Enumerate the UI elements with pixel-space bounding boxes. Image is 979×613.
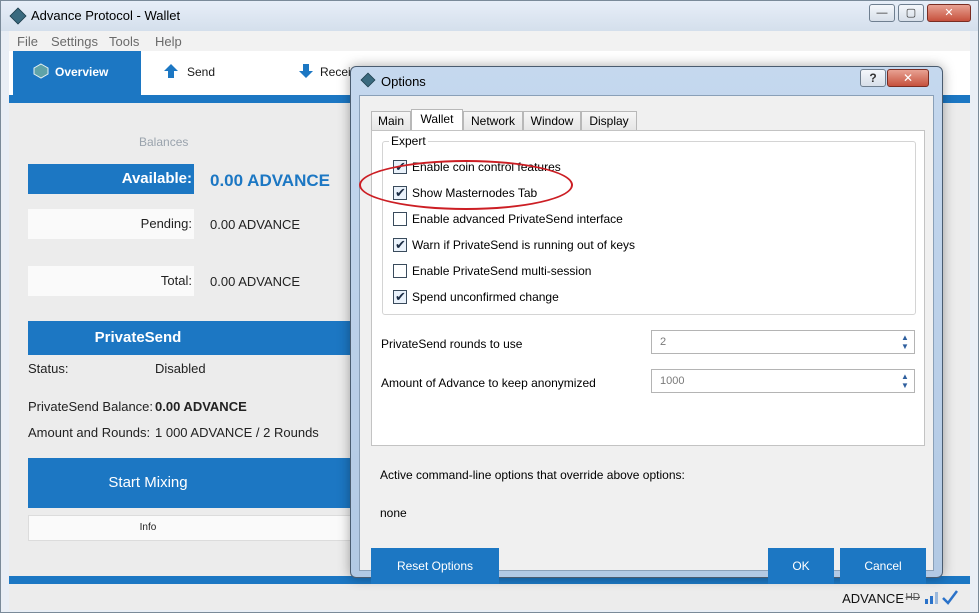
checkbox-label: Warn if PrivateSend is running out of ke… bbox=[412, 238, 635, 252]
checkbox-box: ✔ bbox=[393, 289, 407, 304]
anon-amount-spinbox[interactable]: 1000 ▲ ▼ bbox=[651, 369, 915, 393]
window-title: Advance Protocol - Wallet bbox=[31, 8, 181, 23]
checkbox-label: Enable advanced PrivateSend interface bbox=[412, 212, 623, 226]
anon-amount-value: 1000 bbox=[660, 375, 685, 387]
hd-disabled-icon: HD bbox=[905, 592, 920, 603]
total-value: 0.00 ADVANCE bbox=[210, 274, 301, 289]
checkbox-label: Spend unconfirmed change bbox=[412, 290, 559, 304]
checkbox-label: Enable PrivateSend multi-session bbox=[412, 264, 592, 278]
anon-amount-label: Amount of Advance to keep anonymized bbox=[381, 376, 596, 390]
available-value: 0.00 ADVANCE bbox=[210, 171, 330, 190]
receive-arrow-down-icon bbox=[299, 64, 313, 78]
restore-button[interactable]: ▢ bbox=[898, 4, 924, 22]
app-logo-icon bbox=[9, 7, 27, 25]
tab-display[interactable]: Display bbox=[581, 111, 637, 132]
rounds-spinbox[interactable]: 2 ▲ ▼ bbox=[651, 330, 915, 354]
connections-icon bbox=[925, 592, 938, 604]
ps-status-label: Status: bbox=[28, 361, 69, 376]
dialog-close-button[interactable]: ✕ bbox=[887, 69, 929, 87]
checkbox-box bbox=[393, 264, 407, 278]
pending-label: Pending: bbox=[28, 209, 194, 239]
unit-label[interactable]: ADVANCE bbox=[842, 591, 904, 606]
title-bar: Advance Protocol - Wallet — ▢ ✕ bbox=[1, 1, 978, 31]
menu-tools[interactable]: Tools bbox=[109, 34, 139, 49]
tab-send[interactable]: Send bbox=[159, 51, 259, 95]
overview-icon bbox=[33, 63, 49, 79]
ps-status-value: Disabled bbox=[155, 361, 206, 376]
cli-options-value: none bbox=[380, 506, 407, 520]
options-dialog-title: Options bbox=[381, 74, 426, 89]
tab-overview-label: Overview bbox=[55, 65, 109, 79]
ps-rounds-label: Amount and Rounds: bbox=[28, 425, 151, 440]
send-arrow-up-icon bbox=[164, 64, 178, 78]
tab-window[interactable]: Window bbox=[523, 111, 581, 132]
rounds-label: PrivateSend rounds to use bbox=[381, 337, 523, 351]
help-button[interactable]: ? bbox=[860, 69, 886, 87]
tab-main[interactable]: Main bbox=[371, 111, 411, 132]
tab-overview[interactable]: Overview bbox=[13, 51, 141, 95]
close-button[interactable]: ✕ bbox=[927, 4, 971, 22]
status-bar: ADVANCE HD bbox=[9, 584, 970, 610]
checkbox-box bbox=[393, 212, 407, 226]
menu-file[interactable]: File bbox=[17, 34, 38, 49]
tab-send-label: Send bbox=[187, 65, 216, 79]
ok-button[interactable]: OK bbox=[768, 548, 834, 584]
pending-value: 0.00 ADVANCE bbox=[210, 217, 301, 232]
menu-settings[interactable]: Settings bbox=[51, 34, 98, 49]
ps-balance-label: PrivateSend Balance: bbox=[28, 399, 154, 414]
cli-options-label: Active command-line options that overrid… bbox=[380, 468, 685, 482]
spin-arrows-icon[interactable]: ▲ ▼ bbox=[900, 333, 910, 351]
synced-check-icon bbox=[942, 590, 958, 605]
total-label: Total: bbox=[28, 266, 194, 296]
minimize-button[interactable]: — bbox=[869, 4, 895, 22]
expert-group-title: Expert bbox=[389, 134, 428, 148]
menu-bar: File Settings Tools Help bbox=[9, 31, 970, 51]
balances-heading: Balances bbox=[139, 135, 189, 149]
options-dialog: Options ? ✕ Main Wallet Network Window D… bbox=[350, 66, 943, 584]
rounds-value: 2 bbox=[660, 336, 667, 348]
cancel-button[interactable]: Cancel bbox=[840, 548, 926, 584]
options-dialog-icon bbox=[360, 72, 376, 88]
red-highlight-ellipse bbox=[359, 160, 573, 210]
spin-arrows-icon[interactable]: ▲ ▼ bbox=[900, 372, 910, 390]
ps-rounds-value: 1 000 ADVANCE / 2 Rounds bbox=[155, 425, 319, 440]
menu-help[interactable]: Help bbox=[155, 34, 182, 49]
ps-balance-value: 0.00 ADVANCE bbox=[155, 399, 247, 414]
checkbox-box: ✔ bbox=[393, 237, 407, 252]
reset-options-button[interactable]: Reset Options bbox=[371, 548, 499, 584]
tab-network[interactable]: Network bbox=[463, 111, 523, 132]
available-label: Available: bbox=[28, 164, 194, 194]
